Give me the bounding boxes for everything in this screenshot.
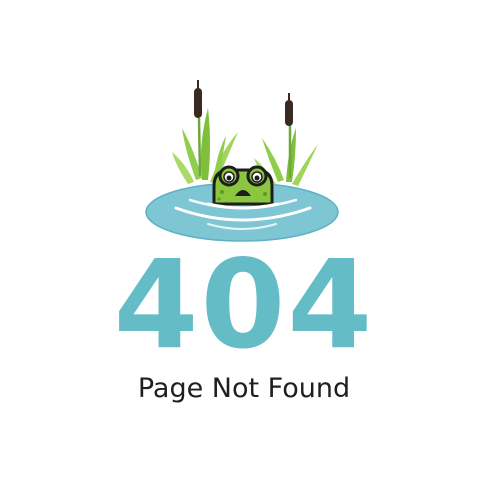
frog-pond-illustration — [145, 80, 339, 242]
error-code: 404 — [113, 234, 375, 376]
not-found-page: 404 Page Not Found — [0, 0, 488, 489]
error-message: Page Not Found — [137, 373, 351, 404]
frog-icon — [206, 165, 280, 210]
